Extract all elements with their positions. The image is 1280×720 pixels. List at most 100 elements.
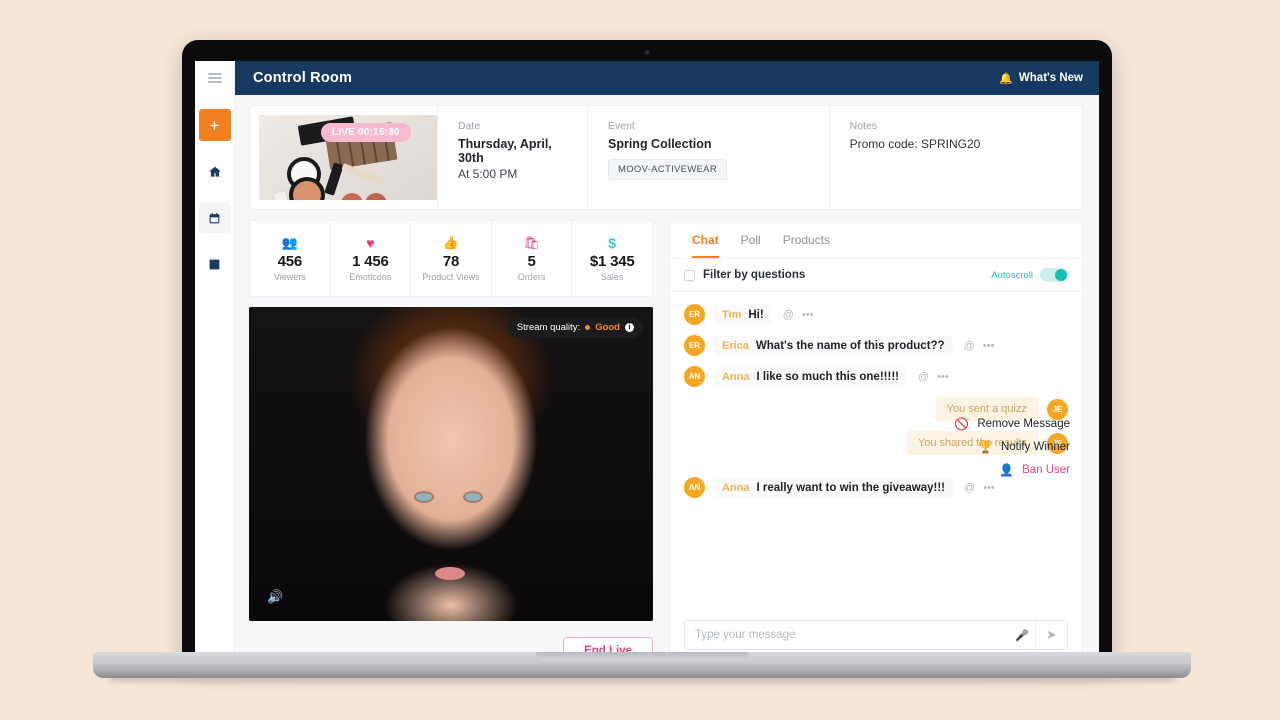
stat-product-views: 👍 78 Product Views	[410, 221, 491, 296]
date-column: Date Thursday, April, 30th At 5:00 PM	[437, 106, 587, 209]
notes-label: Notes	[849, 120, 878, 132]
main-column: Control Room 🔔 What's New LIVE 00:15:30 …	[235, 61, 1099, 665]
speaker-icon[interactable]: 🔊	[267, 589, 283, 605]
autoscroll-control[interactable]: Autoscroll	[991, 268, 1068, 282]
event-value: Spring Collection	[608, 137, 712, 151]
menu-label: Ban User	[1022, 464, 1070, 476]
date-value: Thursday, April, 30th	[458, 137, 552, 165]
stream-quality-label: Stream quality:	[516, 322, 581, 333]
chat-message: AN Anna I really want to win the giveawa…	[684, 477, 1068, 498]
more-icon[interactable]: •••	[983, 340, 995, 352]
stat-value: 78	[442, 252, 460, 270]
orders-icon: 🛍	[523, 234, 540, 250]
send-icon[interactable]: ➤	[1035, 621, 1067, 649]
stat-sales: $ $1 345 Sales	[571, 221, 652, 296]
bell-icon: 🔔	[999, 72, 1013, 85]
info-icon[interactable]: i	[625, 323, 634, 332]
brush	[341, 163, 385, 186]
menu-item-ban-user[interactable]: 👤 Ban User	[999, 463, 1070, 477]
thumbs-up-icon: 👍	[442, 234, 460, 250]
chat-message: AN Anna I like so much this one!!!!! @ •…	[684, 366, 1068, 387]
chat-message: ER Tim Hi! @ •••	[684, 304, 1068, 325]
portrait-detail	[465, 493, 481, 501]
video-player[interactable]: Stream quality: Good i 🔊	[249, 307, 653, 621]
stat-value: 1 456	[352, 252, 389, 270]
avatar: AN	[684, 366, 705, 387]
portrait-detail	[416, 493, 432, 501]
event-label: Event	[608, 120, 635, 132]
stat-value: $1 345	[589, 252, 635, 270]
blush-pan-2	[365, 193, 387, 200]
stats-bar: 👥 456 Viewers ♥ 1 456 Emoticons 👍 78 Pro…	[249, 220, 653, 297]
trophy-icon: 🏆	[977, 440, 993, 454]
whats-new-button[interactable]: 🔔 What's New	[999, 72, 1083, 85]
message-input[interactable]	[685, 629, 1009, 641]
stat-label: Sales	[600, 271, 624, 282]
menu-item-notify-winner[interactable]: 🏆 Notify Winner	[978, 440, 1070, 454]
app-window: + Control Room 🔔 What's New LIVE 00:15:3…	[195, 61, 1099, 665]
stream-quality-badge[interactable]: Stream quality: Good i	[507, 317, 643, 338]
event-info-card: LIVE 00:15:30 Date Thursday, April, 30th…	[249, 105, 1083, 210]
menu-toggle[interactable]	[195, 61, 234, 95]
stat-label: Orders	[517, 271, 546, 282]
avatar: AN	[684, 477, 705, 498]
laptop-lid: MacBook Pro +	[182, 40, 1112, 665]
plus-icon: +	[209, 115, 220, 135]
filter-checkbox[interactable]	[684, 269, 695, 281]
more-icon[interactable]: •••	[983, 482, 995, 494]
event-chip[interactable]: MOOV-ACTIVEWEAR	[608, 159, 727, 180]
stat-emoticons: ♥ 1 456 Emoticons	[329, 221, 411, 296]
message-actions[interactable]: @ •••	[962, 340, 995, 352]
more-icon[interactable]: •••	[802, 309, 814, 321]
chat-filter-bar: Filter by questions Autoscroll	[670, 259, 1082, 292]
mic-icon[interactable]: 🎤	[1009, 629, 1035, 642]
message-author: Erica	[722, 339, 749, 352]
date-time: At 5:00 PM	[458, 167, 518, 181]
page-title: Control Room	[253, 70, 353, 86]
mention-icon[interactable]: @	[783, 309, 794, 321]
message-bubble: Anna I really want to win the giveaway!!…	[714, 477, 954, 498]
stat-label: Emoticons	[349, 271, 392, 282]
sidebar-rail: +	[195, 61, 235, 665]
filter-by-questions[interactable]: Filter by questions	[684, 269, 805, 281]
message-list[interactable]: ER Tim Hi! @ ••• ER Erica What's the nam…	[670, 292, 1082, 610]
heart-icon: ♥	[366, 234, 375, 251]
message-text: I like so much this one!!!!!	[756, 370, 899, 383]
stat-value: 456	[277, 252, 303, 270]
message-actions[interactable]: @ •••	[916, 371, 949, 383]
mention-icon[interactable]: @	[964, 482, 975, 494]
status-dot-icon	[585, 325, 591, 330]
calendar-icon	[209, 212, 220, 223]
tab-products[interactable]: Products	[783, 233, 830, 258]
event-thumbnail[interactable]: LIVE 00:15:30	[259, 115, 437, 200]
autoscroll-toggle[interactable]	[1040, 268, 1068, 282]
message-context-menu: 🚫 Remove Message 🏆 Notify Winner 👤 Ban U…	[954, 417, 1070, 477]
message-actions[interactable]: @ •••	[962, 482, 995, 494]
avatar: ER	[684, 335, 705, 356]
message-author: Tim	[722, 308, 742, 321]
message-text: I really want to win the giveaway!!!	[756, 481, 946, 494]
chat-panel: Chat Poll Products Filter by questions A…	[669, 220, 1083, 665]
sidebar-item-calendar[interactable]	[198, 203, 231, 233]
tab-poll[interactable]: Poll	[741, 233, 761, 258]
avatar: ER	[684, 304, 705, 325]
composer-box: 🎤 ➤	[684, 620, 1068, 650]
menu-label: Remove Message	[977, 418, 1070, 430]
mention-icon[interactable]: @	[964, 340, 975, 352]
message-actions[interactable]: @ •••	[781, 309, 814, 321]
more-icon[interactable]: •••	[937, 371, 949, 383]
message-text: What's the name of this product??	[755, 339, 945, 352]
add-button[interactable]: +	[198, 109, 231, 141]
menu-label: Notify Winner	[1000, 441, 1070, 453]
blush-pan-1	[341, 193, 363, 200]
mention-icon[interactable]: @	[918, 371, 929, 383]
tab-chat[interactable]: Chat	[692, 233, 719, 258]
sidebar-item-home[interactable]	[199, 157, 231, 187]
analytics-icon	[209, 259, 220, 269]
dollar-icon: $	[608, 234, 617, 251]
stat-label: Viewers	[273, 271, 306, 282]
message-bubble: Anna I like so much this one!!!!!	[714, 366, 907, 387]
menu-item-remove-message[interactable]: 🚫 Remove Message	[954, 417, 1070, 431]
sidebar-item-analytics[interactable]	[199, 249, 231, 279]
stream-quality-value: Good	[595, 322, 620, 333]
